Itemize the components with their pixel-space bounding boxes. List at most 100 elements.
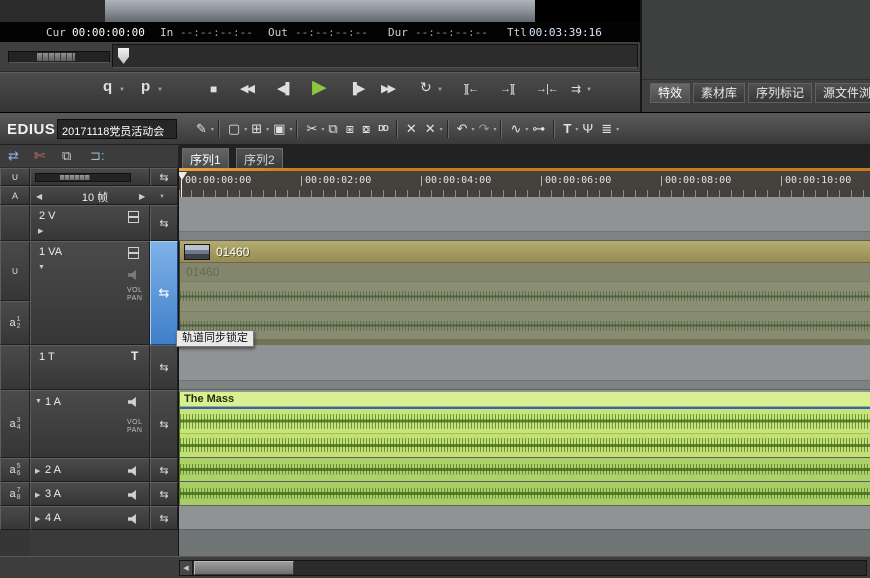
channel-map-a56[interactable]: a 56: [0, 458, 30, 482]
insert-dd-icon[interactable]: DD: [374, 116, 392, 142]
title-track-icon[interactable]: T: [131, 349, 138, 363]
audio-mixer-icon[interactable]: ≣: [597, 116, 616, 142]
tab-sequence-marker[interactable]: 序列标记: [748, 83, 812, 103]
zoom-caret-icon[interactable]: ▼: [159, 194, 165, 200]
ripple-delete-icon[interactable]: ✕: [402, 116, 421, 142]
sync-lock-cell-1t[interactable]: ⇆: [150, 345, 178, 390]
zoom-in-button[interactable]: ▶: [139, 192, 145, 201]
audio-mute-icon-4a[interactable]: [128, 514, 139, 524]
new-clip-icon[interactable]: ▢: [224, 116, 244, 142]
edit-out-button[interactable]: →][: [500, 83, 514, 95]
sync-lock-cell-top[interactable]: ⇆: [150, 168, 178, 186]
scrollbar-thumb[interactable]: [194, 561, 294, 575]
collapse-1va-icon[interactable]: ▼: [38, 264, 45, 271]
set-in-caret-icon[interactable]: ▼: [119, 87, 125, 93]
timeline-ruler[interactable]: 00:00:00:00 00:00:02:00 00:00:04:00 00:0…: [179, 168, 870, 197]
track-header-1t[interactable]: 1 T T: [30, 345, 150, 390]
zoom-level[interactable]: 10 帧: [55, 189, 135, 205]
video-display-toggle-icon[interactable]: [128, 211, 139, 223]
pan-label[interactable]: PAN: [127, 427, 142, 435]
expand-2a-icon[interactable]: ▶: [35, 467, 40, 475]
timeline-h-scrollbar[interactable]: ◀: [179, 560, 867, 576]
redo-icon[interactable]: ↷: [475, 116, 494, 142]
tab-bin[interactable]: 素材库: [693, 83, 745, 103]
audio-mute-icon-2a[interactable]: [128, 466, 139, 476]
key-icon[interactable]: ⊶: [528, 116, 549, 142]
save-project-icon[interactable]: ▣: [269, 116, 289, 142]
vol-label[interactable]: VOL: [127, 287, 143, 295]
scrollbar-left-arrow[interactable]: ◀: [180, 561, 193, 575]
prev-frame-button[interactable]: ◀▌: [277, 82, 293, 95]
stop-button[interactable]: ■: [210, 82, 217, 96]
tab-source-browser[interactable]: 源文件浏览: [815, 83, 870, 103]
edit-trim-button[interactable]: →|←: [536, 83, 558, 95]
delete-icon[interactable]: ✕: [421, 116, 440, 142]
save-caret-icon[interactable]: ▾: [289, 126, 292, 133]
track-header-2v[interactable]: 2 V ▶: [30, 205, 150, 241]
video-display-toggle-icon[interactable]: [128, 247, 139, 259]
track-header-4a[interactable]: ▶ 4 A: [30, 506, 150, 530]
tab-effects[interactable]: 特效: [650, 83, 690, 103]
sync-lock-cell-4a[interactable]: ⇆: [150, 506, 178, 530]
sync-lock-cell-1va-active[interactable]: ⇆: [150, 241, 178, 345]
seek-bar[interactable]: [112, 44, 638, 68]
add-to-bin-icon[interactable]: ⊞: [247, 116, 266, 142]
sync-lock-cell-2v[interactable]: ⇆: [150, 205, 178, 241]
track-panel-scrollbar-thumb[interactable]: [60, 175, 90, 180]
fade-icon[interactable]: ∿: [506, 116, 525, 142]
replace-icon[interactable]: ⧇: [358, 116, 374, 142]
rewind-button[interactable]: ◀◀: [240, 82, 253, 95]
dual-mode-icon[interactable]: ⧉: [62, 148, 71, 164]
play-button[interactable]: ▶: [312, 76, 327, 99]
rail-video-sync-cell-1va[interactable]: ∪: [0, 241, 30, 301]
expand-3a-icon[interactable]: ▶: [35, 491, 40, 499]
clip-audio[interactable]: The Mass: [179, 392, 870, 457]
track-header-1va[interactable]: 1 VA ▼ VOL PAN: [30, 241, 150, 345]
channel-map-a12[interactable]: a 12: [0, 301, 30, 345]
track-header-1a[interactable]: ▼ 1 A VOL PAN: [30, 390, 150, 458]
set-in-button[interactable]: q: [103, 78, 112, 95]
set-out-button[interactable]: p: [141, 78, 150, 95]
tab-sequence-1[interactable]: 序列1: [182, 148, 229, 170]
edit-export-button[interactable]: ⇉: [571, 82, 581, 96]
delete-caret-icon[interactable]: ▾: [440, 126, 443, 133]
ffwd-button[interactable]: ▶▶: [381, 82, 394, 95]
mixer-caret-icon[interactable]: ▾: [616, 126, 619, 133]
edit-export-caret-icon[interactable]: ▼: [586, 87, 592, 93]
channel-map-a34[interactable]: a 34: [0, 390, 30, 458]
undo-icon[interactable]: ↶: [453, 116, 472, 142]
vol-label[interactable]: VOL: [127, 419, 143, 427]
clip-audio-ch2[interactable]: [179, 458, 870, 481]
mini-scrollbar-thumb[interactable]: [37, 53, 75, 61]
sync-lock-cell-3a[interactable]: ⇆: [150, 482, 178, 506]
edit-in-button[interactable]: ][←: [464, 83, 478, 95]
rail-audio-master-cell[interactable]: A: [0, 186, 30, 205]
track-header-3a[interactable]: ▶ 3 A: [30, 482, 150, 506]
effects-pen-caret-icon[interactable]: ▾: [211, 126, 214, 133]
paste-icon[interactable]: ⧆: [342, 116, 358, 142]
output-mode-icon[interactable]: ⊐:: [90, 148, 105, 164]
preview-mini-scrollbar[interactable]: [8, 51, 110, 63]
track-header-2a[interactable]: ▶ 2 A: [30, 458, 150, 482]
audio-mute-icon-1va[interactable]: [128, 270, 139, 280]
sync-lock-cell-2a[interactable]: ⇆: [150, 458, 178, 482]
loop-play-button[interactable]: ↻: [420, 79, 432, 96]
title-tool-icon[interactable]: T: [559, 116, 575, 142]
track-panel-scrollbar[interactable]: [35, 173, 131, 182]
trim-mode-icon[interactable]: ✄: [34, 148, 45, 164]
playhead-handle[interactable]: [118, 48, 129, 64]
next-frame-button[interactable]: ▐▶: [349, 82, 365, 95]
voice-over-icon[interactable]: Ψ: [578, 116, 597, 142]
sync-lock-cell-1a[interactable]: ⇆: [150, 390, 178, 458]
audio-mute-icon-3a[interactable]: [128, 490, 139, 500]
set-out-caret-icon[interactable]: ▼: [157, 87, 163, 93]
zoom-out-button[interactable]: ◀: [36, 192, 42, 201]
loop-caret-icon[interactable]: ▼: [437, 87, 443, 93]
channel-map-a78[interactable]: a 78: [0, 482, 30, 506]
expand-2v-icon[interactable]: ▶: [38, 227, 43, 235]
collapse-1a-icon[interactable]: ▼: [35, 398, 42, 405]
expand-4a-icon[interactable]: ▶: [35, 515, 40, 523]
rail-sync-group-cell[interactable]: ∪: [0, 168, 30, 186]
cut-icon[interactable]: ✂: [302, 116, 321, 142]
copy-icon[interactable]: ⧉: [324, 116, 341, 142]
